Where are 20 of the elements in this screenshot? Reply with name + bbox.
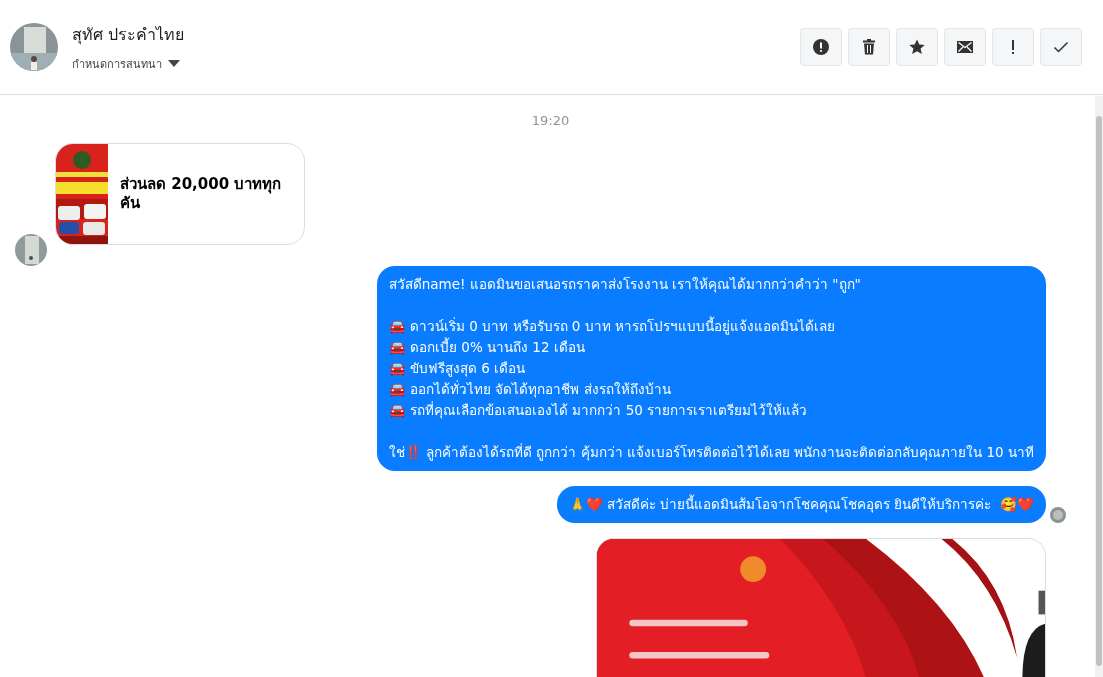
message-bubble: สวัสดีname! แอดมินขอเสนอรถราคาส่งโรงงาน เราให้คุณได้มากกว่าคำว่า "ถูก" 🚘 ดาวน์เริ่ม 0 บาท หรือรับรถ 0 บาท หารถโปรฯแบบนี้อยู่แจ้งแอดมินได้เลย 🚘 ดอกเบี้ย 0% นานถึง 12 เดือน 🚘 ขับฟรีสูงสุด 6 เดือน 🚘 ออกได้ทั่วไทย จัดได้ทุกอาชีพ ส่งรถให้ถึงบ้าน 🚘 รถที่คุณเลือกข้อเสนอเองได้ มากกว่า 50 รายการเราเตรียมไว้ให้แล้ว ใช่‼ ลูกค้าต้องได้รถที่ดี ถูกกว่า คุ้มกว่า แจ้งเบอร์โทรติดต่อไว้ได้เลย พนักงานจะติดต่อกลับคุณภายใน 10 นาที	[376, 266, 1046, 471]
trash-icon	[861, 39, 877, 55]
contact-avatar	[10, 23, 58, 71]
caret-icon	[168, 60, 180, 67]
envelope-button[interactable]	[944, 28, 986, 66]
alert-button[interactable]	[800, 28, 842, 66]
contact-name: สุทัศ ประคำไทย	[72, 23, 185, 47]
message-bubble: 🙏❤ สวัสดีค่ะ บ่ายนี้แอดมินส้มโอจากโชคคุณโชคอุดร ยินดีให้บริการค่ะ 🥰❤	[556, 486, 1046, 523]
link-card[interactable]: ส่วนลด 20,000 บาททุกคัน	[55, 143, 305, 245]
contact-avatar	[15, 234, 47, 266]
trash-button[interactable]	[848, 28, 890, 66]
star-button[interactable]	[896, 28, 938, 66]
card-title: ส่วนลด 20,000 บาททุกคัน	[119, 175, 283, 213]
timestamp: 19:20	[531, 113, 570, 128]
envelope-icon	[957, 39, 973, 55]
check-icon	[1053, 39, 1069, 55]
alert-icon	[813, 39, 829, 55]
conversation-menu[interactable]: กำหนดการสนทนา	[72, 54, 185, 73]
check-button[interactable]	[1040, 28, 1082, 66]
star-icon	[909, 39, 925, 55]
